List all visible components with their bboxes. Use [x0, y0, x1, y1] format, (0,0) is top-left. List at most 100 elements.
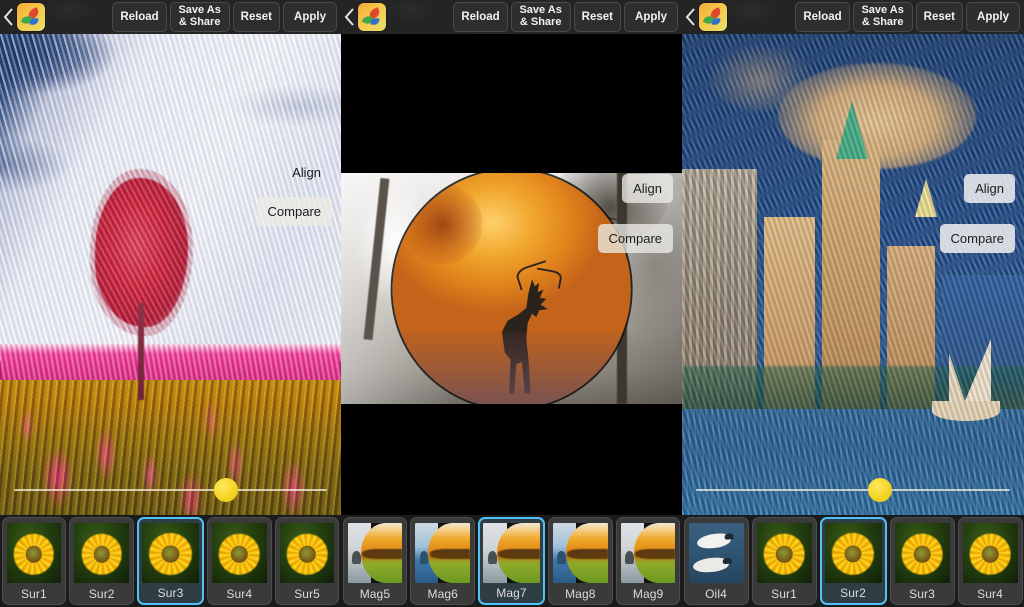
thumb-image-sunflower	[279, 523, 335, 583]
filter-thumb-label: Mag8	[565, 586, 596, 601]
artwork-sail-main	[964, 338, 991, 401]
reload-button[interactable]: Reload	[453, 2, 508, 32]
compare-button[interactable]: Compare	[597, 224, 673, 253]
filter-thumb-label: Mag6	[427, 586, 458, 601]
filter-thumb-sur1[interactable]: Sur1	[751, 517, 817, 605]
apply-button[interactable]: Apply	[283, 2, 337, 32]
filter-thumb-label: Sur4	[226, 586, 253, 601]
thumb-image-sunflower	[74, 523, 130, 583]
filter-thumb-label: Sur1	[21, 586, 47, 601]
artwork-stag-silhouette	[501, 279, 548, 394]
filter-thumb-label: Mag9	[632, 586, 664, 601]
reset-button[interactable]: Reset	[573, 2, 621, 32]
back-chevron-icon[interactable]	[0, 0, 16, 34]
editor-panel-3: Reload Save As & Share Reset Apply Align…	[682, 0, 1024, 607]
filter-thumbnail-strip-panel-1[interactable]: Sur1 Sur2 Sur3 Sur4 Sur5	[0, 515, 341, 607]
filter-thumb-label: Oil4	[705, 586, 727, 601]
thumb-image-sunflower	[142, 523, 199, 583]
artwork-sailboat	[931, 308, 1001, 433]
compare-button[interactable]: Compare	[939, 224, 1015, 253]
back-chevron-icon[interactable]	[682, 0, 698, 34]
compare-button[interactable]: Compare	[256, 197, 332, 226]
filter-thumb-oil4[interactable]: Oil4	[683, 517, 749, 605]
editor-panel-1: Reload Save As & Share Reset Apply Align…	[0, 0, 341, 607]
filter-thumb-sur4[interactable]: Sur4	[957, 517, 1023, 605]
editor-panel-2: Reload Save As & Share Reset Apply Align…	[341, 0, 682, 607]
image-canvas-panel-1[interactable]: Align Compare	[0, 34, 341, 515]
filter-thumb-label: Mag7	[496, 586, 527, 600]
toolbar-panel-3: Reload Save As & Share Reset Apply	[682, 0, 1024, 34]
filter-thumb-mag6[interactable]: Mag6	[410, 517, 476, 605]
filter-thumb-label: Sur2	[88, 586, 115, 601]
artwork-bw-forest	[341, 173, 682, 405]
save-as-share-button[interactable]: Save As & Share	[852, 2, 913, 32]
image-canvas-panel-3[interactable]: Align Compare	[682, 34, 1024, 515]
filter-thumb-label: Sur4	[977, 586, 1003, 601]
thumb-image-magic-sunset	[620, 523, 676, 583]
filter-thumb-mag5[interactable]: Mag5	[342, 517, 408, 605]
thumb-image-sunflower	[962, 523, 1018, 583]
thumb-image-magic-sunset	[483, 523, 540, 583]
app-leaf-logo-icon[interactable]	[699, 3, 727, 31]
align-button[interactable]: Align	[964, 174, 1015, 203]
thumb-image-sunflower	[6, 523, 62, 583]
artwork-orange-circle-mask	[392, 173, 631, 405]
intensity-slider[interactable]	[682, 477, 1024, 503]
filter-thumb-sur5[interactable]: Sur5	[274, 517, 340, 605]
back-chevron-icon[interactable]	[341, 0, 357, 34]
filter-thumb-sur2[interactable]: Sur2	[69, 517, 135, 605]
reload-button[interactable]: Reload	[795, 2, 850, 32]
thumb-image-sunflower	[756, 523, 812, 583]
apply-button[interactable]: Apply	[624, 2, 678, 32]
thumb-image-sunflower	[824, 523, 882, 583]
align-button[interactable]: Align	[622, 174, 673, 203]
filter-thumb-label: Sur3	[909, 586, 935, 601]
filter-thumb-label: Sur1	[771, 586, 797, 601]
toolbar-panel-1: Reload Save As & Share Reset Apply	[0, 0, 341, 34]
slider-thumb[interactable]	[214, 478, 238, 502]
artwork-tree-trunk	[138, 303, 144, 400]
filter-thumb-label: Sur2	[840, 586, 866, 600]
app-leaf-logo-icon[interactable]	[358, 3, 386, 31]
save-as-share-button[interactable]: Save As & Share	[510, 2, 571, 32]
filter-thumb-sur3[interactable]: Sur3	[889, 517, 955, 605]
filter-thumb-label: Sur3	[157, 586, 184, 600]
intensity-slider[interactable]	[0, 477, 341, 503]
artwork-city-skyline	[682, 34, 1024, 515]
filter-thumb-mag7-selected[interactable]: Mag7	[478, 517, 545, 605]
logo-leaf-blue	[370, 17, 380, 26]
thumb-image-magic-sunset-blue	[415, 523, 471, 583]
reload-button[interactable]: Reload	[112, 2, 167, 32]
save-as-share-button[interactable]: Save As & Share	[169, 2, 230, 32]
filter-thumb-mag9[interactable]: Mag9	[615, 517, 681, 605]
align-button[interactable]: Align	[281, 158, 332, 187]
filter-thumbnail-strip-panel-3[interactable]: Oil4 Sur1 Sur2 Sur3 Sur4	[682, 515, 1024, 607]
filter-thumb-sur4[interactable]: Sur4	[206, 517, 272, 605]
filter-thumb-mag8[interactable]: Mag8	[547, 517, 613, 605]
thumb-image-sunflower	[894, 523, 950, 583]
image-canvas-panel-2[interactable]: Align Compare	[341, 34, 682, 515]
artwork-red-tree-field	[0, 34, 341, 515]
artwork-light-spire	[914, 178, 937, 217]
filter-thumb-label: Sur5	[294, 586, 320, 601]
app-screenshot-triptych: Reload Save As & Share Reset Apply Align…	[0, 0, 1024, 607]
reset-button[interactable]: Reset	[232, 2, 280, 32]
slider-track	[14, 489, 327, 491]
slider-thumb[interactable]	[868, 478, 892, 502]
filter-thumbnail-strip-panel-2[interactable]: Mag5 Mag6 Mag7 Mag8 Mag9	[341, 515, 682, 607]
apply-button[interactable]: Apply	[966, 2, 1020, 32]
thumb-image-oil-swans	[688, 523, 744, 583]
thumb-image-sunflower	[211, 523, 267, 583]
filter-thumb-sur2-selected[interactable]: Sur2	[819, 517, 887, 605]
app-leaf-logo-icon[interactable]	[17, 3, 45, 31]
thumb-image-magic-sunset-blue	[552, 523, 608, 583]
reset-button[interactable]: Reset	[915, 2, 963, 32]
toolbar-panel-2: Reload Save As & Share Reset Apply	[341, 0, 682, 34]
filter-thumb-label: Mag5	[359, 586, 391, 601]
artwork-hull	[931, 400, 1001, 421]
artwork-green-spire	[835, 101, 868, 160]
filter-thumb-sur1[interactable]: Sur1	[1, 517, 67, 605]
logo-leaf-blue	[29, 17, 39, 26]
filter-thumb-sur3-selected[interactable]: Sur3	[137, 517, 204, 605]
artwork-sail-jib	[948, 352, 965, 401]
